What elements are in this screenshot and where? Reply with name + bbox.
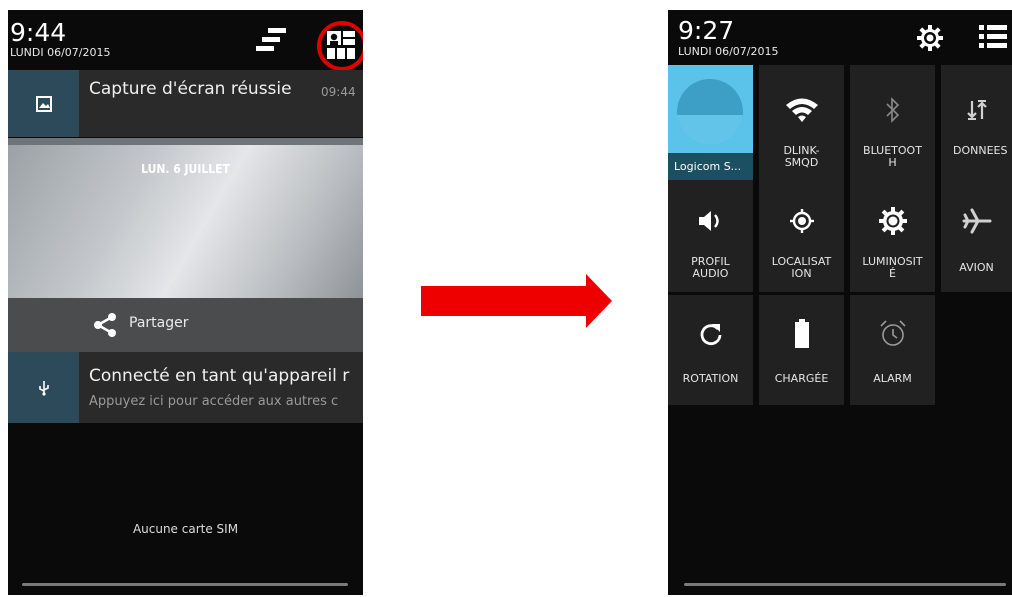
battery-icon (759, 317, 844, 351)
status-date: LUNDI 06/07/2015 (10, 46, 111, 59)
tile-label: LUMINOSIT É (862, 255, 923, 280)
quick-settings-screen: 9:27 LUNDI 06/07/2015 Logicom S... DLINK… (668, 10, 1012, 595)
preview-date-label: LUN. 6 JUILLET (141, 162, 230, 176)
notifications-list-icon[interactable] (977, 22, 1009, 54)
tile-label: AVION (959, 261, 994, 274)
sim-status: Aucune carte SIM (132, 522, 239, 536)
notification-shade-screen: 9:44 LUNDI 06/07/2015 Capture d'écran ré… (8, 10, 363, 595)
notification-title: Connecté en tant qu'appareil r (89, 366, 350, 386)
drag-handle[interactable] (684, 583, 1006, 586)
screenshot-notification[interactable]: Capture d'écran réussie 09:44 (8, 70, 363, 137)
clear-all-icon[interactable] (254, 26, 290, 56)
transition-arrow (421, 286, 588, 316)
status-time: 9:27 (678, 16, 735, 45)
brightness-icon (850, 204, 935, 238)
tile-label: DONNEES (953, 144, 1008, 157)
tile-bluetooth[interactable]: BLUETOOT H (850, 65, 935, 182)
data-icon (941, 93, 1012, 127)
tile-label: LOCALISAT ION (771, 255, 832, 280)
tile-data[interactable]: DONNEES (941, 65, 1012, 182)
transition-arrow-head (586, 274, 612, 328)
airplane-icon (941, 204, 1012, 238)
notification-time: 09:44 (321, 85, 356, 99)
notification-subtitle: Appuyez ici pour accéder aux autres c (89, 394, 339, 409)
status-time: 9:44 (10, 18, 67, 47)
tile-rotation[interactable]: ROTATION (668, 295, 753, 405)
highlight-ring (317, 21, 363, 71)
rotation-icon (668, 317, 753, 351)
usb-icon (8, 352, 79, 423)
tile-alarm[interactable]: ALARM (850, 295, 935, 405)
usb-notification[interactable]: Connecté en tant qu'appareil r Appuyez i… (8, 352, 363, 423)
tile-label: ROTATION (682, 372, 739, 385)
image-icon (8, 70, 79, 137)
alarm-icon (850, 317, 935, 351)
tile-user[interactable]: Logicom S... (668, 65, 753, 182)
notification-title: Capture d'écran réussie (89, 79, 292, 99)
share-icon (92, 312, 118, 338)
share-button[interactable]: Partager (8, 298, 363, 352)
preview-divider (8, 138, 363, 145)
tile-battery[interactable]: CHARGÉE (759, 295, 844, 405)
tile-label: ALARM (873, 372, 912, 385)
tile-audio-profile[interactable]: PROFIL AUDIO (668, 180, 753, 292)
tile-label: PROFIL AUDIO (691, 255, 730, 280)
status-date: LUNDI 06/07/2015 (678, 45, 779, 58)
tile-label: CHARGÉE (774, 372, 829, 385)
volume-icon (668, 204, 753, 238)
tile-label: Logicom S... (668, 153, 753, 181)
tile-brightness[interactable]: LUMINOSIT É (850, 180, 935, 292)
tile-wifi[interactable]: DLINK- SMQD (759, 65, 844, 182)
location-icon (759, 204, 844, 238)
tile-label: BLUETOOT H (863, 144, 922, 169)
settings-icon[interactable] (916, 24, 944, 52)
drag-handle[interactable] (22, 583, 348, 586)
share-label: Partager (129, 315, 189, 331)
tile-location[interactable]: LOCALISAT ION (759, 180, 844, 292)
user-icon (677, 79, 743, 145)
bluetooth-icon (850, 93, 935, 127)
tile-airplane[interactable]: AVION (941, 180, 1012, 292)
wifi-icon (759, 93, 844, 127)
tile-label: DLINK- SMQD (783, 144, 820, 169)
